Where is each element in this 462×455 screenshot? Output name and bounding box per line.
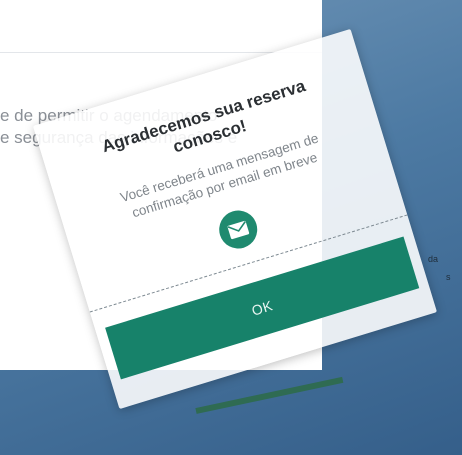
mail-icon <box>214 205 262 254</box>
background-snippet: s <box>446 272 451 282</box>
background-snippet: da <box>428 254 439 264</box>
background-bar <box>195 376 344 414</box>
envelope-glyph <box>227 220 249 239</box>
